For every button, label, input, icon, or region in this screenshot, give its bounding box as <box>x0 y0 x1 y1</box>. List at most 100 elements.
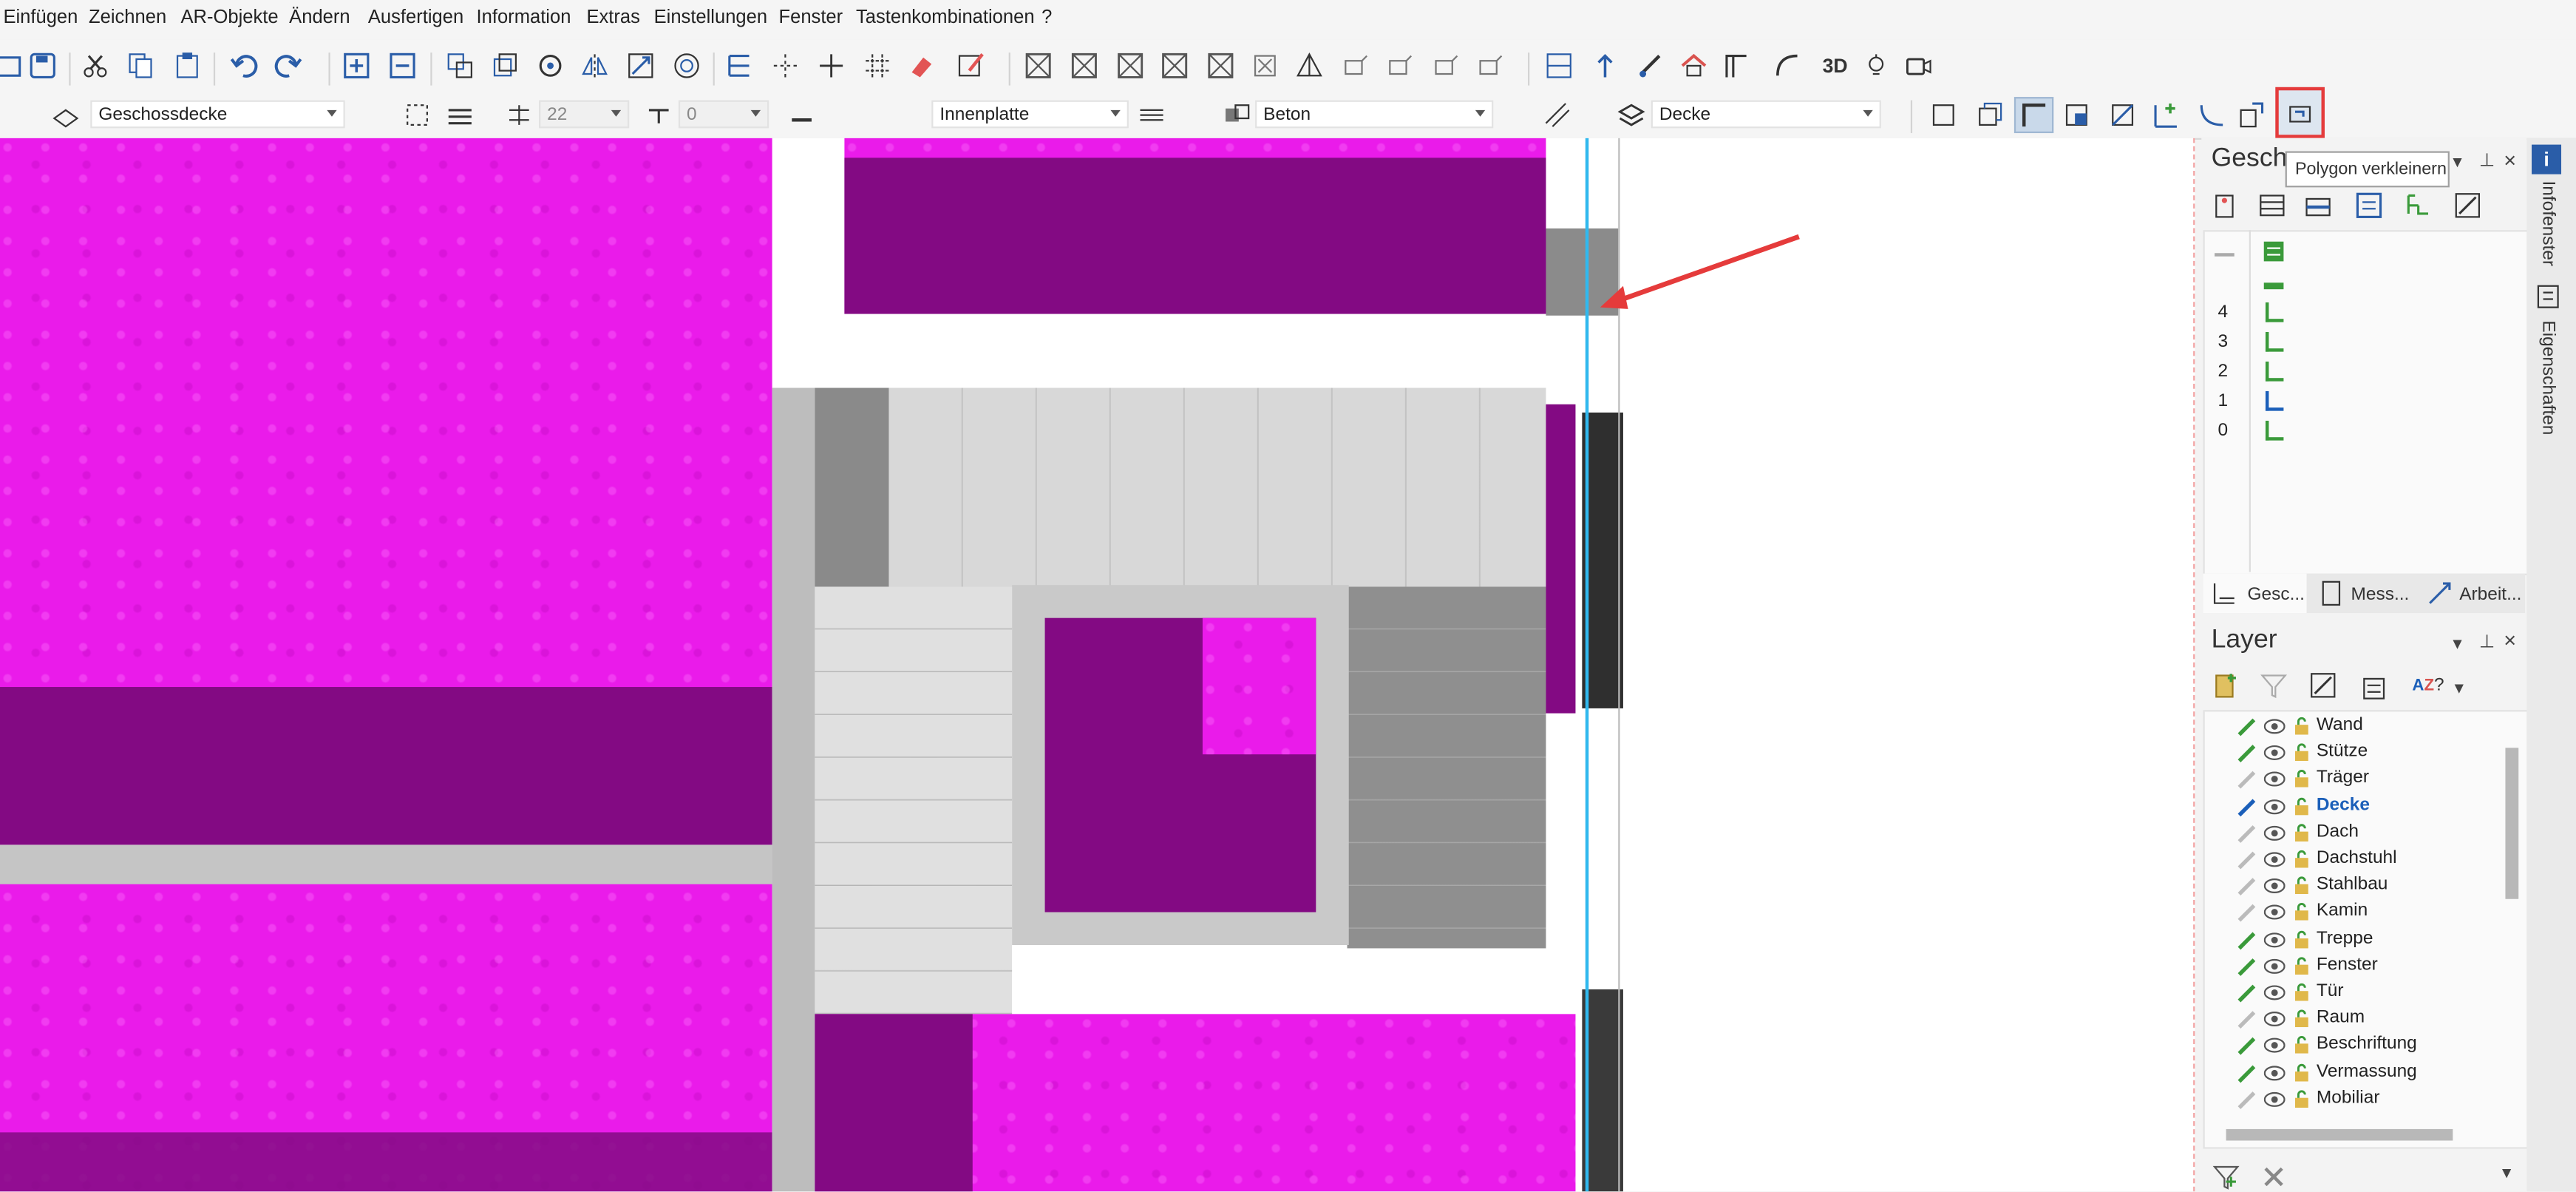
hatching-icon[interactable] <box>861 50 894 82</box>
layer-pen-icon[interactable] <box>2237 904 2256 923</box>
layer-panel-pin-icon[interactable]: ⊥ <box>2479 631 2495 653</box>
layer-panel-dropdown-icon[interactable]: ▾ <box>2453 633 2461 654</box>
polygon-shrink-button[interactable] <box>2275 87 2325 138</box>
filter-layer-icon[interactable] <box>2257 669 2290 702</box>
layer-eye-icon[interactable] <box>2263 878 2286 894</box>
layer-eye-icon[interactable] <box>2263 745 2286 761</box>
scale-icon[interactable] <box>625 50 657 82</box>
pencil-icon[interactable] <box>954 50 987 82</box>
menu-ar-objekte[interactable]: AR-Objekte <box>180 8 278 28</box>
arc-icon[interactable] <box>1771 50 1804 82</box>
bottom-line-icon[interactable] <box>785 98 818 131</box>
cross-box-icon-6[interactable] <box>1248 50 1281 82</box>
panel-pin-icon[interactable]: ⊥ <box>2479 149 2495 171</box>
layer-lock-icon[interactable] <box>2294 1063 2310 1081</box>
curve-tool-icon[interactable] <box>2195 98 2227 131</box>
floor-number[interactable]: 4 <box>2218 302 2229 322</box>
drawing-canvas[interactable] <box>0 138 2195 1192</box>
layer-eye-icon[interactable] <box>2263 771 2286 788</box>
redo-icon[interactable] <box>271 50 304 82</box>
menu-ausfertigen[interactable]: Ausfertigen <box>368 8 463 28</box>
layer-pen-icon[interactable] <box>2237 958 2256 976</box>
floor-list-icon[interactable] <box>2353 189 2385 222</box>
3d-icon[interactable]: 3D <box>1814 50 1857 82</box>
layer-pen-icon[interactable] <box>2237 718 2256 736</box>
layer-lock-icon[interactable] <box>2294 876 2310 895</box>
menu-extras[interactable]: Extras <box>586 8 639 28</box>
copy-object-icon[interactable] <box>444 50 476 82</box>
subtract-icon[interactable] <box>386 50 418 82</box>
copy-icon[interactable] <box>125 50 157 82</box>
layer-pen-icon[interactable] <box>2237 1064 2256 1083</box>
side-tab-eigenschaften[interactable]: Eigenschaften <box>2538 320 2558 435</box>
lamp-icon[interactable] <box>1860 50 1892 82</box>
layer-row[interactable]: Fenster <box>2224 953 2512 980</box>
layer-pen-icon[interactable] <box>2237 1037 2256 1056</box>
polygon-subtract-icon[interactable] <box>2060 98 2093 131</box>
layer-eye-icon[interactable] <box>2263 931 2286 947</box>
solid-icon-2[interactable] <box>1383 50 1416 82</box>
sort-az-icon[interactable]: A Z? <box>2404 669 2453 702</box>
layer-lock-icon[interactable] <box>2294 1036 2310 1054</box>
polygon-tool-icon[interactable] <box>1927 98 1960 131</box>
menu-zeichnen[interactable]: Zeichnen <box>89 8 166 28</box>
layer-pen-icon[interactable] <box>2237 745 2256 763</box>
floor-insert-icon[interactable] <box>2302 189 2334 222</box>
hatch-pattern-icon[interactable] <box>1135 98 1168 131</box>
cross-box-icon-4[interactable] <box>1158 50 1191 82</box>
layer-settings-icon[interactable] <box>2307 669 2339 702</box>
layer-row[interactable]: Kamin <box>2224 900 2512 927</box>
layer-lock-icon[interactable] <box>2294 717 2310 735</box>
offset-icon[interactable] <box>670 50 703 82</box>
layer-lock-icon[interactable] <box>2294 956 2310 975</box>
house-icon[interactable] <box>1677 50 1710 82</box>
object-type-select[interactable]: Geschossdecke <box>90 100 345 129</box>
layer-row[interactable]: Treppe <box>2224 927 2512 953</box>
rotate-icon[interactable] <box>534 50 566 82</box>
display-icon[interactable] <box>1541 98 1574 131</box>
add-icon[interactable] <box>340 50 373 82</box>
layer-pen-icon[interactable] <box>2237 984 2256 1003</box>
info-icon[interactable]: i <box>2532 144 2562 175</box>
layer-eye-icon[interactable] <box>2263 824 2286 841</box>
layer-eye-icon[interactable] <box>2263 904 2286 921</box>
menu-einfuegen[interactable]: Einfügen <box>3 8 78 28</box>
elevation-icon[interactable] <box>1588 50 1621 82</box>
solid-icon[interactable] <box>1339 50 1371 82</box>
duplicate-icon[interactable] <box>488 50 520 82</box>
layer-tools-icon[interactable] <box>1543 50 1575 82</box>
layer-row[interactable]: Wand <box>2224 714 2512 740</box>
cross-box-icon-3[interactable] <box>1114 50 1146 82</box>
cross-box-icon-5[interactable] <box>1204 50 1237 82</box>
slab-icon[interactable] <box>50 98 82 131</box>
camera-icon[interactable] <box>1903 50 1935 82</box>
layer-eye-icon[interactable] <box>2263 1091 2286 1107</box>
eraser-icon[interactable] <box>905 50 938 82</box>
properties-icon[interactable] <box>2532 280 2564 312</box>
layer-row[interactable]: Tür <box>2224 980 2512 1006</box>
material-select[interactable]: Beton <box>1255 100 1494 129</box>
layer-lock-icon[interactable] <box>2294 929 2310 948</box>
layer-pen-icon[interactable] <box>2237 798 2256 816</box>
layer-eye-icon[interactable] <box>2263 798 2286 814</box>
cross-box-icon[interactable] <box>1022 50 1054 82</box>
layer-pen-icon[interactable] <box>2237 931 2256 949</box>
polygon-union-icon[interactable] <box>1973 98 2005 131</box>
layer-eye-icon[interactable] <box>2263 1011 2286 1027</box>
undo-icon[interactable] <box>228 50 261 82</box>
layer-row[interactable]: Beschriftung <box>2224 1033 2512 1060</box>
layer-lock-icon[interactable] <box>2294 983 2310 1001</box>
solid-icon-3[interactable] <box>1430 50 1462 82</box>
tree-icon[interactable] <box>2402 189 2434 222</box>
open-icon[interactable] <box>0 50 27 82</box>
layer-row[interactable]: Träger <box>2224 767 2512 793</box>
layer-eye-icon[interactable] <box>2263 851 2286 867</box>
layer-eye-icon[interactable] <box>2263 1064 2286 1080</box>
menu-aendern[interactable]: Ändern <box>289 8 350 28</box>
polygon-diagonal-icon[interactable] <box>2106 98 2138 131</box>
menu-help[interactable]: ? <box>1041 8 1052 28</box>
cut-icon[interactable] <box>79 50 112 82</box>
panel-close-icon[interactable]: × <box>2504 148 2516 172</box>
layer-row[interactable]: Dach <box>2224 820 2512 847</box>
layer-row[interactable]: Dachstuhl <box>2224 847 2512 873</box>
